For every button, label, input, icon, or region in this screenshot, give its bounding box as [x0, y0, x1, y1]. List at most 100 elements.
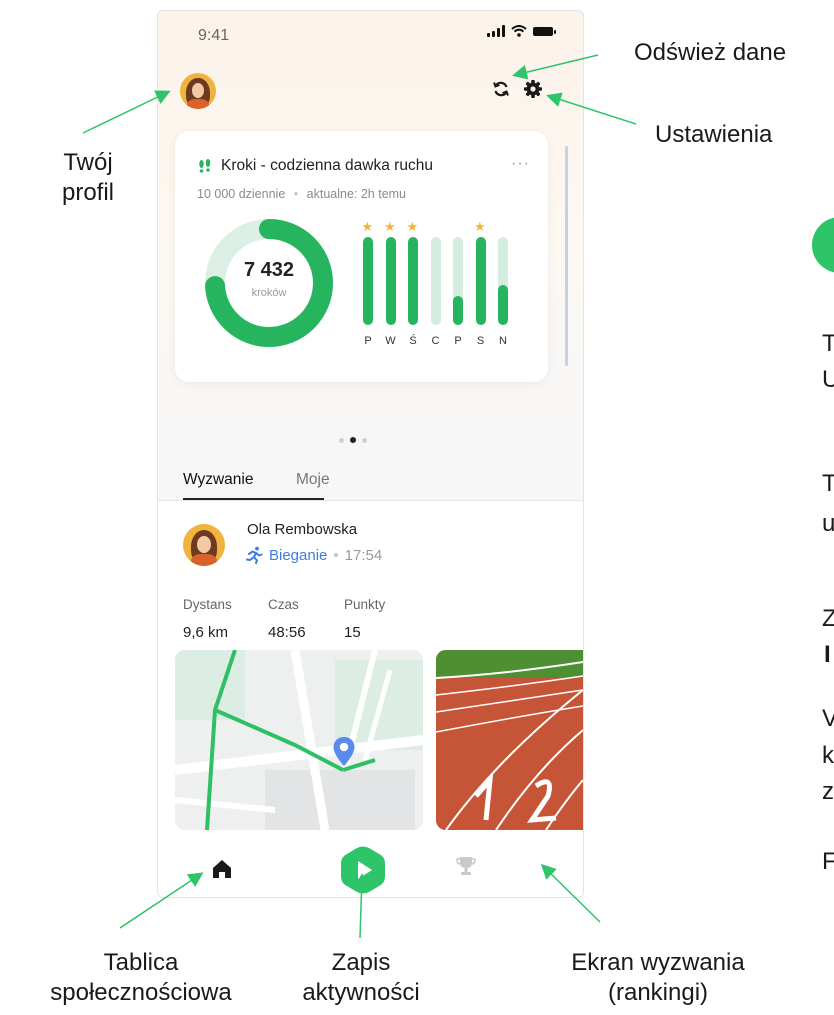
- annotation-challenge-line1: Ekran wyzwania: [571, 949, 745, 976]
- nav-challenge-button[interactable]: [455, 855, 477, 882]
- stat-points-label: Punkty: [344, 597, 386, 612]
- running-track-photo[interactable]: [436, 650, 583, 830]
- day-label: C: [431, 335, 440, 347]
- tab-challenge[interactable]: Wyzwanie: [183, 471, 254, 489]
- annotation-profile: Twój profil: [40, 148, 136, 208]
- steps-label: kroków: [251, 287, 287, 299]
- steps-progress-ring: [205, 219, 333, 347]
- annotation-board: Tablica społecznościowa: [6, 948, 276, 1008]
- status-time: 9:41: [198, 27, 230, 44]
- post-avatar[interactable]: [183, 524, 225, 566]
- day-label: Ś: [409, 335, 417, 347]
- star-icon: ★: [384, 219, 396, 234]
- day-label: P: [364, 335, 372, 347]
- day-label: N: [499, 335, 507, 347]
- bar-fill: [408, 237, 418, 325]
- steps-card-subtitle: 10 000 dziennie • aktualne: 2h temu: [197, 187, 406, 201]
- right-text-fragment: V: [822, 705, 834, 732]
- nav-record-button[interactable]: [339, 846, 387, 897]
- bar-fill: [498, 285, 508, 325]
- right-text-fragment: T: [822, 470, 834, 497]
- phone-screen: 9:41 Kroki - codzienna dawka ruchu ··· 1…: [157, 10, 584, 898]
- bar-fill: [453, 295, 463, 325]
- star-icon: ★: [474, 219, 486, 234]
- steps-value: 7 432: [243, 259, 295, 281]
- wifi-icon: [511, 25, 527, 37]
- header-actions: [491, 79, 543, 99]
- arrow-profile: [82, 90, 171, 134]
- stat-points-value: 15: [344, 624, 361, 641]
- route-map[interactable]: [175, 650, 423, 830]
- play-icon: [341, 846, 385, 894]
- refresh-icon: [493, 81, 509, 97]
- steps-card-title: Kroki - codzienna dawka ruchu: [221, 157, 433, 174]
- annotation-profile-text: Twój profil: [61, 149, 115, 206]
- steps-card[interactable]: Kroki - codzienna dawka ruchu ··· 10 000…: [175, 131, 548, 382]
- status-icons: [487, 25, 556, 37]
- right-text-fragment: T: [822, 330, 834, 357]
- subtitle-separator: •: [293, 187, 299, 201]
- stat-distance-label: Dystans: [183, 597, 232, 612]
- active-tab-indicator: [183, 498, 324, 500]
- annotation-board-line2: społecznościowa: [50, 979, 232, 1006]
- bar-fill: [363, 237, 373, 325]
- day-label: S: [476, 335, 485, 347]
- post-activity: Bieganie • 17:54: [245, 546, 382, 564]
- activity-type: Bieganie: [269, 546, 328, 564]
- annotation-record-line1: Zapis: [331, 949, 391, 976]
- refresh-button[interactable]: [491, 79, 511, 99]
- updated-time: aktualne: 2h temu: [306, 187, 407, 201]
- map-graphic: [175, 650, 423, 830]
- green-circle-decoration: [812, 217, 834, 273]
- profile-avatar[interactable]: [180, 73, 216, 109]
- running-track-graphic: [436, 650, 583, 830]
- annotation-challenge-line2: (rankingi): [607, 979, 709, 1006]
- annotation-record-line2: aktywności: [302, 979, 420, 1006]
- settings-button[interactable]: [523, 79, 543, 99]
- pager-dot[interactable]: [362, 437, 367, 443]
- post-user-name[interactable]: Ola Rembowska: [247, 521, 357, 538]
- star-icon: ★: [406, 219, 419, 234]
- pager-dot-active[interactable]: [350, 437, 356, 443]
- bar-track: [430, 237, 441, 325]
- running-icon: [246, 546, 263, 564]
- card-pager[interactable]: [339, 437, 367, 443]
- right-text-fragment: k: [822, 742, 834, 769]
- stat-time-label: Czas: [268, 597, 299, 612]
- stat-distance-value: 9,6 km: [183, 624, 229, 641]
- day-label: P: [454, 335, 462, 347]
- tab-mine[interactable]: Moje: [296, 471, 330, 489]
- right-text-fragment: z: [822, 778, 834, 805]
- bar-fill: [385, 237, 396, 325]
- right-text-fragment: u: [822, 510, 834, 537]
- steps-card-title-row: Kroki - codzienna dawka ruchu: [197, 157, 433, 175]
- gear-icon: [524, 80, 542, 98]
- feed-post[interactable]: Ola Rembowska Bieganie • 17:54 Dystans C…: [158, 501, 583, 841]
- bottom-navigation: [158, 841, 583, 897]
- footsteps-icon: [199, 159, 211, 173]
- trophy-icon: [456, 857, 476, 875]
- pager-dot[interactable]: [339, 437, 344, 443]
- annotation-settings: Ustawienia: [655, 121, 773, 148]
- nav-home-button[interactable]: [211, 858, 233, 885]
- right-text-fragment: U: [822, 366, 834, 393]
- location-pin-icon: [333, 737, 355, 766]
- bar-fill: [475, 237, 486, 325]
- day-label: W: [385, 335, 396, 347]
- annotation-record: Zapis aktywności: [276, 948, 446, 1008]
- feed-tabs: Wyzwanie Moje: [158, 459, 583, 501]
- activity-time: 17:54: [344, 546, 383, 564]
- signal-icon: [487, 25, 505, 37]
- right-text-fragment: I: [824, 641, 831, 668]
- card-menu-button[interactable]: ···: [511, 155, 530, 173]
- annotation-board-line1: Tablica: [103, 949, 179, 976]
- home-icon: [213, 860, 231, 878]
- activity-dot: •: [333, 546, 339, 564]
- daily-goal: 10 000 dziennie: [197, 187, 286, 201]
- star-icon: ★: [361, 219, 374, 234]
- stat-time-value: 48:56: [268, 624, 306, 641]
- battery-icon: [533, 26, 556, 36]
- right-text-fragment: Z: [822, 605, 834, 632]
- right-text-fragment: F: [822, 848, 834, 875]
- annotation-refresh: Odśwież dane: [634, 39, 787, 66]
